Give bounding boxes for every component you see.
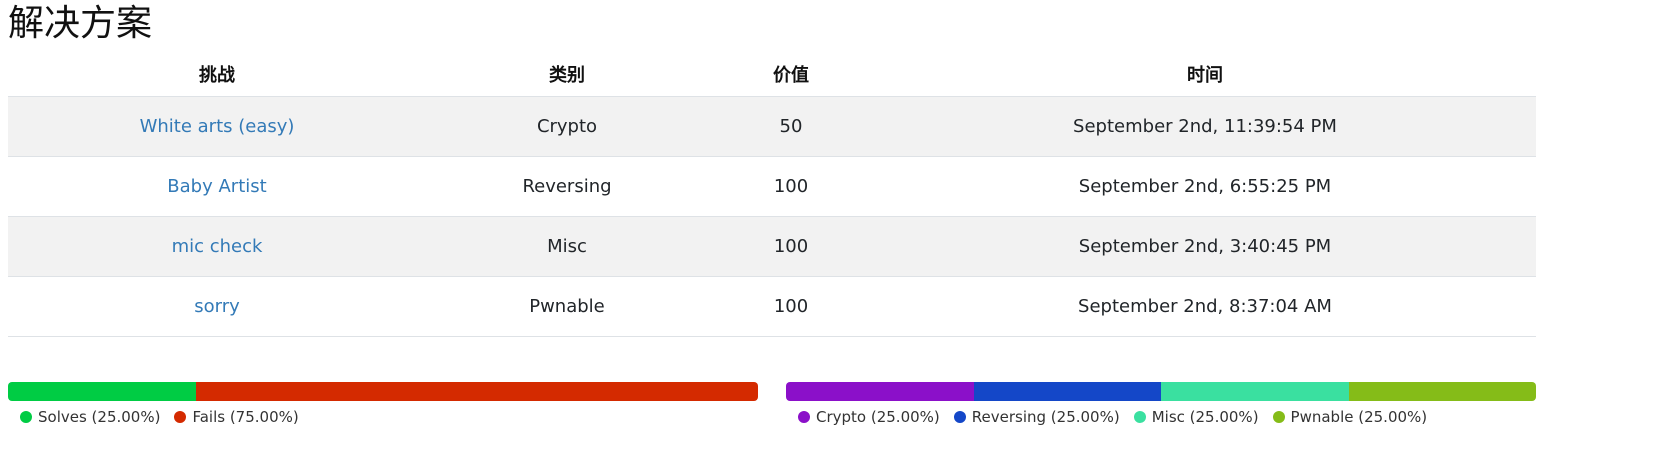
legend-item-misc[interactable]: Misc (25.00%) [1133, 408, 1259, 426]
challenge-cell: mic check [8, 216, 426, 277]
time-cell: September 2nd, 3:40:45 PM [874, 216, 1536, 277]
misc-segment[interactable] [1161, 382, 1349, 401]
legend-item-reversing[interactable]: Reversing (25.00%) [953, 408, 1120, 426]
category-breakdown-legend: Crypto (25.00%) Reversing (25.00%) Misc … [798, 405, 1441, 429]
crypto-segment[interactable] [786, 382, 974, 401]
challenge-cell: sorry [8, 276, 426, 337]
value-cell: 100 [708, 216, 874, 277]
page-title: 解决方案 [8, 3, 153, 44]
legend-label: Pwnable (25.00%) [1290, 408, 1428, 426]
table-row: mic check Misc 100 September 2nd, 3:40:4… [8, 216, 1536, 277]
legend-dot [953, 411, 966, 423]
time-cell: September 2nd, 11:39:54 PM [874, 96, 1536, 157]
value-cell: 50 [708, 96, 874, 157]
legend-item-solves[interactable]: Solves (25.00%) [20, 408, 160, 426]
reversing-segment[interactable] [973, 382, 1161, 401]
legend-label: Solves (25.00%) [38, 408, 161, 426]
table-row: White arts (easy) Crypto 50 September 2n… [8, 96, 1536, 157]
table-header-row: 挑战 类别 价值 时间 [8, 52, 1536, 97]
legend-item-fails[interactable]: Fails (75.00%) [174, 408, 299, 426]
challenge-link[interactable]: sorry [194, 296, 240, 317]
time-cell: September 2nd, 8:37:04 AM [874, 276, 1536, 337]
legend-label: Fails (75.00%) [192, 408, 299, 426]
legend-dot [1272, 411, 1285, 423]
challenge-link[interactable]: Baby Artist [167, 176, 266, 197]
value-cell: 100 [708, 276, 874, 337]
solves-table: 挑战 类别 价值 时间 White arts (easy) Crypto 50 … [8, 52, 1536, 337]
column-header-value: 价值 [773, 65, 809, 86]
solves-segment[interactable] [8, 382, 196, 401]
legend-dot [20, 411, 32, 423]
legend-dot [1133, 411, 1146, 423]
column-header-time: 时间 [1187, 65, 1223, 86]
category-cell: Pwnable [426, 276, 708, 337]
column-header-challenge: 挑战 [199, 65, 235, 86]
table-row: Baby Artist Reversing 100 September 2nd,… [8, 156, 1536, 217]
challenge-link[interactable]: White arts (easy) [140, 116, 295, 137]
legend-label: Reversing (25.00%) [971, 408, 1120, 426]
pwnable-segment[interactable] [1348, 382, 1536, 401]
challenge-cell: White arts (easy) [8, 96, 426, 157]
challenge-cell: Baby Artist [8, 156, 426, 217]
challenge-link[interactable]: mic check [172, 236, 263, 257]
solve-percentage-bar [8, 382, 758, 401]
category-cell: Crypto [426, 96, 708, 157]
value-cell: 100 [708, 156, 874, 217]
column-header-category: 类别 [549, 65, 585, 86]
table-row: sorry Pwnable 100 September 2nd, 8:37:04… [8, 276, 1536, 337]
category-cell: Reversing [426, 156, 708, 217]
legend-dot [174, 411, 187, 423]
fails-segment[interactable] [195, 382, 758, 401]
legend-item-crypto[interactable]: Crypto (25.00%) [798, 408, 940, 426]
legend-label: Crypto (25.00%) [816, 408, 940, 426]
solve-percentage-legend: Solves (25.00%) Fails (75.00%) [20, 405, 313, 429]
category-cell: Misc [426, 216, 708, 277]
legend-label: Misc (25.00%) [1151, 408, 1259, 426]
legend-dot [798, 411, 810, 423]
time-cell: September 2nd, 6:55:25 PM [874, 156, 1536, 217]
category-breakdown-bar [786, 382, 1536, 401]
legend-item-pwnable[interactable]: Pwnable (25.00%) [1272, 408, 1428, 426]
